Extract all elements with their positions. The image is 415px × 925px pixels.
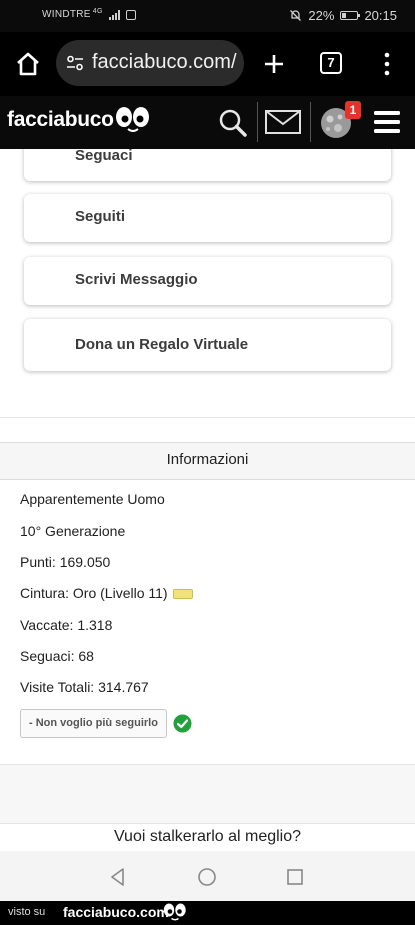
menu-item-write-message[interactable]: Scrivi Messaggio (24, 257, 391, 305)
menu-item-label: Seguaci (75, 149, 133, 164)
profile-content: Seguaci Seguiti Scrivi Messaggio Dona un… (0, 149, 415, 851)
info-generation: 10° Generazione (20, 523, 126, 539)
home-circle-icon[interactable] (197, 867, 217, 887)
screen: WINDTRE 4G 22% 20:15 facciabuco.com/ 7 f… (0, 0, 415, 925)
home-icon[interactable] (12, 48, 44, 80)
info-belt: Cintura: Oro (Livello 11) (20, 585, 168, 601)
watermark-brand: facciabuco.com (63, 904, 169, 920)
menu-item-label: Seguiti (75, 208, 126, 225)
battery-percent: 22% (308, 8, 335, 23)
stalker-prompt[interactable]: Vuoi stalkerarlo al meglio? (0, 828, 415, 846)
spacer-band (0, 764, 415, 824)
check-icon (173, 714, 192, 733)
info-heading: Informazioni (0, 442, 415, 480)
network-label: 4G (92, 8, 103, 15)
address-bar[interactable]: facciabuco.com/ (56, 40, 244, 86)
site-header: facciabuco 1 (0, 96, 415, 149)
site-settings-icon[interactable] (66, 54, 84, 72)
mail-icon[interactable] (264, 104, 302, 140)
menu-item-followers[interactable]: Seguaci (24, 149, 391, 181)
tab-switcher-button[interactable]: 7 (320, 52, 342, 74)
status-bar: WINDTRE 4G 22% 20:15 (0, 0, 415, 32)
mute-bell-icon (290, 10, 302, 21)
menu-item-label: Scrivi Messaggio (75, 271, 198, 288)
new-tab-icon[interactable] (258, 48, 290, 80)
eyes-logo-icon (116, 107, 149, 132)
more-menu-icon[interactable] (380, 50, 394, 78)
belt-icon (172, 589, 193, 600)
system-nav-bar (0, 851, 415, 901)
menu-item-virtual-gift[interactable]: Dona un Regalo Virtuale (24, 319, 391, 371)
hamburger-menu-icon[interactable] (372, 104, 402, 140)
status-left: WINDTRE 4G (42, 8, 136, 20)
recents-icon[interactable] (285, 867, 305, 887)
divider (0, 417, 415, 418)
clock: 20:15 (364, 8, 397, 23)
site-logo[interactable]: facciabuco (7, 108, 114, 132)
info-gender: Apparentemente Uomo (20, 491, 165, 507)
info-vaccate: Vaccate: 1.318 (20, 617, 113, 633)
unfollow-button[interactable]: - Non voglio più seguirlo (20, 709, 167, 738)
menu-item-label: Dona un Regalo Virtuale (75, 336, 249, 353)
header-divider (310, 102, 311, 142)
notification-badge[interactable]: 1 (345, 101, 361, 119)
carrier-label: WINDTRE (42, 9, 91, 20)
url-text: facciabuco.com/ (92, 51, 237, 73)
browser-toolbar: facciabuco.com/ 7 (0, 32, 415, 96)
status-right: 22% 20:15 (289, 8, 397, 23)
info-points: Punti: 169.050 (20, 554, 111, 570)
facebook-icon (125, 9, 136, 20)
info-total-visits: Visite Totali: 314.767 (20, 679, 149, 695)
signal-icon (108, 9, 120, 20)
search-icon[interactable] (217, 104, 249, 140)
watermark-prefix: visto su (8, 906, 46, 918)
info-followers: Seguaci: 68 (20, 648, 94, 664)
info-belt-row: Cintura: Oro (Livello 11) (20, 585, 193, 601)
battery-icon (340, 11, 361, 20)
menu-item-following[interactable]: Seguiti (24, 194, 391, 242)
watermark-bar: visto su facciabuco.com (0, 901, 415, 925)
header-divider (257, 102, 258, 142)
eyes-logo-icon (163, 903, 186, 921)
back-icon[interactable] (108, 867, 128, 887)
